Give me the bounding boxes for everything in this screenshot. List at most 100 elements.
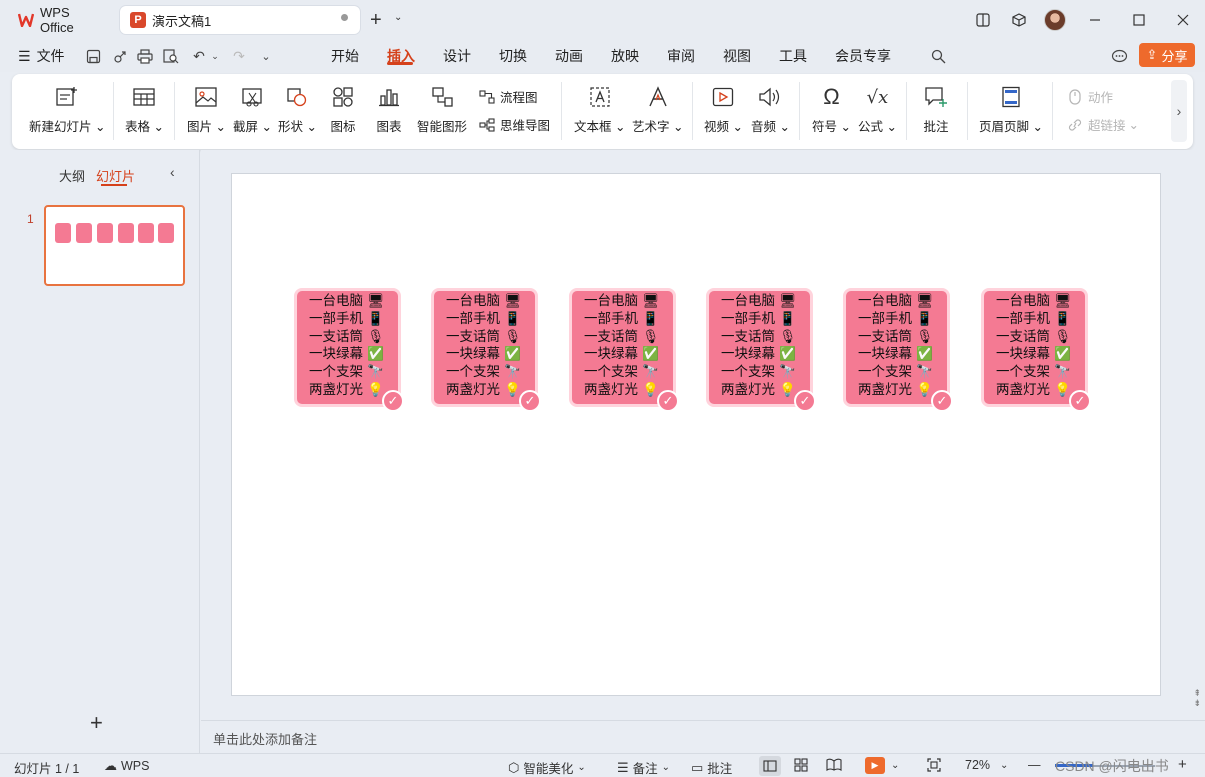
play-dropdown-icon[interactable]: ⌄ <box>891 760 899 771</box>
symbol-button[interactable]: Ω 符号 ⌄ <box>812 84 851 135</box>
checklist-card[interactable]: 一台电脑 🖥 一部手机 📱 一支话筒 🎙 一块绿幕 ✅ 一个支架 🔭 两盏灯光 … <box>294 288 404 412</box>
play-slideshow-button[interactable]: ▶ ⌄ <box>865 757 899 774</box>
wps-cloud-button[interactable]: ☁ WPS <box>104 758 149 774</box>
notes-toggle-button[interactable]: ☰ 备注 ⌄ <box>617 758 670 777</box>
notes-pane[interactable]: 单击此处添加备注 <box>201 720 1205 753</box>
chart-button[interactable]: 图表 <box>376 84 402 135</box>
close-icon[interactable] <box>1161 0 1205 40</box>
add-slide-icon[interactable]: + <box>90 710 103 736</box>
unsaved-dot-icon[interactable] <box>341 14 348 21</box>
slide-counter: 幻灯片 1 / 1 <box>14 762 80 776</box>
ribbon-scroll-right-icon[interactable]: › <box>1171 80 1187 142</box>
mindmap-button[interactable]: 思维导图 <box>478 115 550 134</box>
checklist-card[interactable]: 一台电脑 🖥 一部手机 📱 一支话筒 🎙 一块绿幕 ✅ 一个支架 🔭 两盏灯光 … <box>843 288 953 412</box>
card-line: 一支话筒 🎙 <box>858 328 934 345</box>
notes-toggle-label: 备注 <box>632 762 658 776</box>
share-link-icon[interactable] <box>110 46 130 66</box>
video-button[interactable]: 视频 ⌄ <box>704 84 743 135</box>
checklist-card[interactable]: 一台电脑 🖥 一部手机 📱 一支话筒 🎙 一块绿幕 ✅ 一个支架 🔭 两盏灯光 … <box>569 288 679 412</box>
comment-button[interactable]: 批注 <box>923 84 949 135</box>
avatar <box>1044 9 1066 31</box>
audio-icon <box>757 84 783 110</box>
active-tab-underline <box>387 62 413 65</box>
slide[interactable]: 一台电脑 🖥 一部手机 📱 一支话筒 🎙 一块绿幕 ✅ 一个支架 🔭 两盏灯光 … <box>231 173 1161 696</box>
collapse-panel-icon[interactable]: ‹ <box>170 164 175 180</box>
save-icon[interactable] <box>83 46 103 66</box>
new-tab-plus-icon[interactable]: + <box>370 10 382 30</box>
picture-button[interactable]: 图片 ⌄ <box>187 84 226 135</box>
smart-graphic-button[interactable]: 智能图形 <box>417 84 467 135</box>
file-menu[interactable]: ☰ 文件 <box>18 40 65 72</box>
audio-button[interactable]: 音频 ⌄ <box>751 84 790 135</box>
thumbnail-card <box>158 223 174 243</box>
redo-icon[interactable]: ↷ <box>229 46 249 66</box>
hyperlink-button[interactable]: 超链接 ⌄ <box>1066 115 1139 134</box>
tab-design[interactable]: 设计 <box>443 40 471 72</box>
title-bar: WPS Office P 演示文稿1 + ⌄ <box>0 0 1205 40</box>
slide-thumbnail[interactable] <box>44 205 185 286</box>
user-avatar[interactable] <box>1037 0 1073 40</box>
flowchart-button[interactable]: 流程图 <box>478 87 538 106</box>
screenshot-button[interactable]: 截屏 ⌄ <box>233 84 272 135</box>
header-footer-button[interactable]: 页眉页脚 ⌄ <box>979 84 1043 135</box>
tab-wps-home[interactable]: WPS Office <box>8 5 116 35</box>
quick-access-more-icon[interactable]: ⌄ <box>256 46 276 66</box>
zoom-level[interactable]: 72% ⌄ <box>965 758 1008 772</box>
card-line: 一个支架 🔭 <box>584 364 660 381</box>
undo-dropdown-icon[interactable]: ⌄ <box>205 46 225 66</box>
textbox-button[interactable]: 文本框 ⌄ <box>574 84 625 135</box>
fit-window-icon[interactable] <box>927 758 941 772</box>
picture-label: 图片 <box>187 120 213 134</box>
formula-button[interactable]: √x 公式 ⌄ <box>858 84 897 135</box>
tab-view[interactable]: 视图 <box>723 40 751 72</box>
minimize-icon[interactable] <box>1073 0 1117 40</box>
tab-start[interactable]: 开始 <box>331 40 359 72</box>
action-label: 动作 <box>1088 91 1114 105</box>
file-menu-label: 文件 <box>36 48 65 64</box>
tab-document[interactable]: P 演示文稿1 <box>120 6 360 34</box>
wordart-button[interactable]: 艺术字 ⌄ <box>632 84 683 135</box>
tab-slides[interactable]: 幻灯片 <box>96 166 135 185</box>
tab-review[interactable]: 审阅 <box>667 40 695 72</box>
layout-icon[interactable] <box>965 0 1001 40</box>
search-icon[interactable] <box>928 46 948 66</box>
new-slide-button[interactable]: 新建幻灯片 ⌄ <box>29 84 105 135</box>
thumbnail-card <box>97 223 113 243</box>
checklist-card[interactable]: 一台电脑 🖥 一部手机 📱 一支话筒 🎙 一块绿幕 ✅ 一个支架 🔭 两盏灯光 … <box>431 288 541 412</box>
tab-outline[interactable]: 大纲 <box>59 166 85 185</box>
chat-icon[interactable] <box>1109 46 1129 66</box>
slide-number: 1 <box>27 212 34 226</box>
zoom-in-icon[interactable]: + <box>1178 756 1187 773</box>
print-icon[interactable] <box>135 46 155 66</box>
tab-insert[interactable]: 插入 <box>387 40 415 72</box>
check-badge-icon: ✓ <box>794 390 816 412</box>
tab-transition[interactable]: 切换 <box>499 40 527 72</box>
new-tab-chevron-icon[interactable]: ⌄ <box>394 12 402 23</box>
tab-tools[interactable]: 工具 <box>779 40 807 72</box>
smart-beautify-button[interactable]: ⬡ 智能美化 ⌄ <box>508 758 586 777</box>
card-line: 一台电脑 🖥 <box>721 293 797 309</box>
checklist-card[interactable]: 一台电脑 🖥 一部手机 📱 一支话筒 🎙 一块绿幕 ✅ 一个支架 🔭 两盏灯光 … <box>981 288 1091 412</box>
omega-symbol-icon: Ω <box>823 84 840 109</box>
share-button[interactable]: ⇪ 分享 <box>1139 43 1195 67</box>
shape-button[interactable]: 形状 ⌄ <box>278 84 317 135</box>
slide-sorter-icon[interactable] <box>794 758 808 772</box>
zoom-out-icon[interactable]: — <box>1028 758 1041 772</box>
card-line: 一部手机 📱 <box>858 310 934 327</box>
thumbnail-card <box>55 223 71 243</box>
check-badge-icon: ✓ <box>1069 390 1091 412</box>
table-button[interactable]: 表格 ⌄ <box>125 84 164 135</box>
icon-button[interactable]: 图标 <box>330 84 356 135</box>
tab-slideshow[interactable]: 放映 <box>611 40 639 72</box>
comment-toggle-button[interactable]: ▭ 批注 <box>691 758 732 777</box>
normal-view-icon[interactable] <box>759 756 781 776</box>
checklist-card[interactable]: 一台电脑 🖥 一部手机 📱 一支话筒 🎙 一块绿幕 ✅ 一个支架 🔭 两盏灯光 … <box>706 288 816 412</box>
tab-animation[interactable]: 动画 <box>555 40 583 72</box>
tab-member[interactable]: 会员专享 <box>835 40 891 72</box>
page-nav-arrows-icon[interactable]: ⇞ ⇟ <box>1193 688 1201 708</box>
print-preview-icon[interactable] <box>161 46 181 66</box>
action-button[interactable]: 动作 <box>1066 87 1113 106</box>
cube-icon[interactable] <box>1001 0 1037 40</box>
maximize-icon[interactable] <box>1117 0 1161 40</box>
reading-view-icon[interactable] <box>826 758 842 771</box>
